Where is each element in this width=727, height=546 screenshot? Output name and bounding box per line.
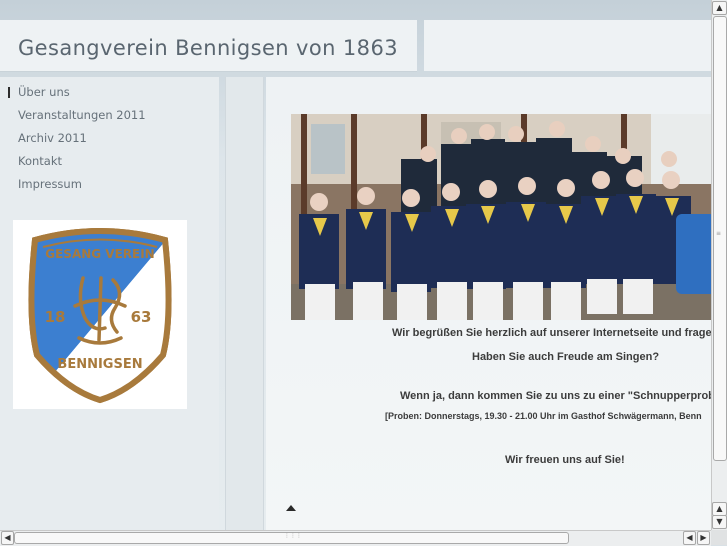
nav-item-ueber-uns[interactable]: Über uns [0,84,219,107]
crest-bottom-text: BENNIGSEN [57,357,142,372]
scroll-up-button[interactable]: ▲ [712,1,727,15]
club-logo: GESANG VEREIN 18 63 BENNIGSEN [13,220,187,409]
welcome-text: Wir begrüßen Sie herzlich auf unserer In… [392,327,719,339]
header-bar-right [424,20,711,71]
vertical-scroll-thumb[interactable] [713,16,727,461]
nav-item-kontakt[interactable]: Kontakt [0,153,219,176]
scroll-right-button[interactable]: ▶ [697,531,710,545]
rehearsal-info-text: [Proben: Donnerstags, 19.30 - 21.00 Uhr … [385,411,702,421]
nav-item-veranstaltungen[interactable]: Veranstaltungen 2011 [0,107,219,130]
crest-year-right: 63 [131,308,152,326]
invitation-text: Wenn ja, dann kommen Sie zu uns zu einer… [400,390,722,402]
scroll-up-button-lower[interactable]: ▲ [712,502,727,516]
club-crest-icon: GESANG VEREIN 18 63 BENNIGSEN [28,228,172,404]
scrollbar-corner [711,530,727,545]
main-navigation: Über uns Veranstaltungen 2011 Archiv 201… [0,84,219,199]
question-text: Haben Sie auch Freude am Singen? [472,351,660,363]
scroll-left-button-lower[interactable]: ◀ [683,531,696,545]
scroll-down-button[interactable]: ▼ [712,515,727,529]
choir-photo [291,114,711,320]
nav-item-archiv[interactable]: Archiv 2011 [0,130,219,153]
grip-icon: ≡ [716,230,722,237]
crest-year-left: 18 [45,308,66,326]
column-gutter [225,77,264,530]
nav-item-impressum[interactable]: Impressum [0,176,219,199]
scroll-left-button[interactable]: ◀ [1,531,14,545]
grip-icon-horizontal: ⋮⋮⋮ [284,532,302,539]
crest-top-text: GESANG VEREIN [45,247,154,261]
closing-text: Wir freuen uns auf Sie! [505,454,625,466]
back-to-top-icon[interactable] [286,505,296,511]
site-title: Gesangverein Bennigsen von 1863 [18,36,398,60]
